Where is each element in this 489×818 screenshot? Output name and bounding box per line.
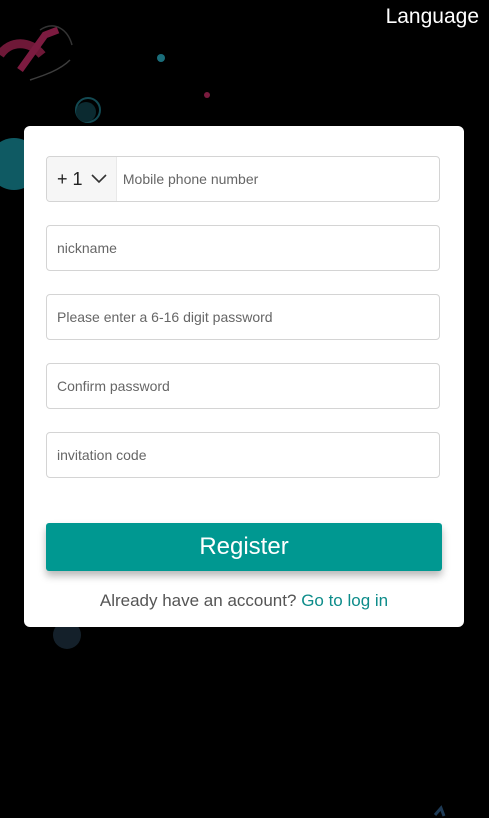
confirm-password-input[interactable]	[47, 364, 439, 408]
register-button[interactable]: Register	[46, 523, 442, 571]
confirm-password-field	[46, 363, 440, 409]
password-input[interactable]	[47, 295, 439, 339]
phone-input[interactable]	[116, 157, 439, 201]
password-field	[46, 294, 440, 340]
phone-field: + 1	[46, 156, 440, 202]
chevron-down-icon	[90, 174, 107, 184]
country-code-value: + 1	[57, 168, 83, 189]
login-prompt: Already have an account? Go to log in	[24, 591, 464, 611]
language-button[interactable]: Language	[386, 5, 479, 29]
music-note-logo-icon	[0, 25, 73, 81]
invitation-code-field	[46, 432, 440, 478]
go-to-login-link[interactable]: Go to log in	[301, 591, 388, 610]
nickname-input[interactable]	[47, 226, 439, 270]
invitation-code-input[interactable]	[47, 433, 439, 477]
country-code-selector[interactable]: + 1	[47, 157, 117, 201]
nickname-field	[46, 225, 440, 271]
register-card: + 1 Register Already have an account? Go…	[24, 126, 464, 627]
login-question: Already have an account?	[99, 591, 297, 610]
